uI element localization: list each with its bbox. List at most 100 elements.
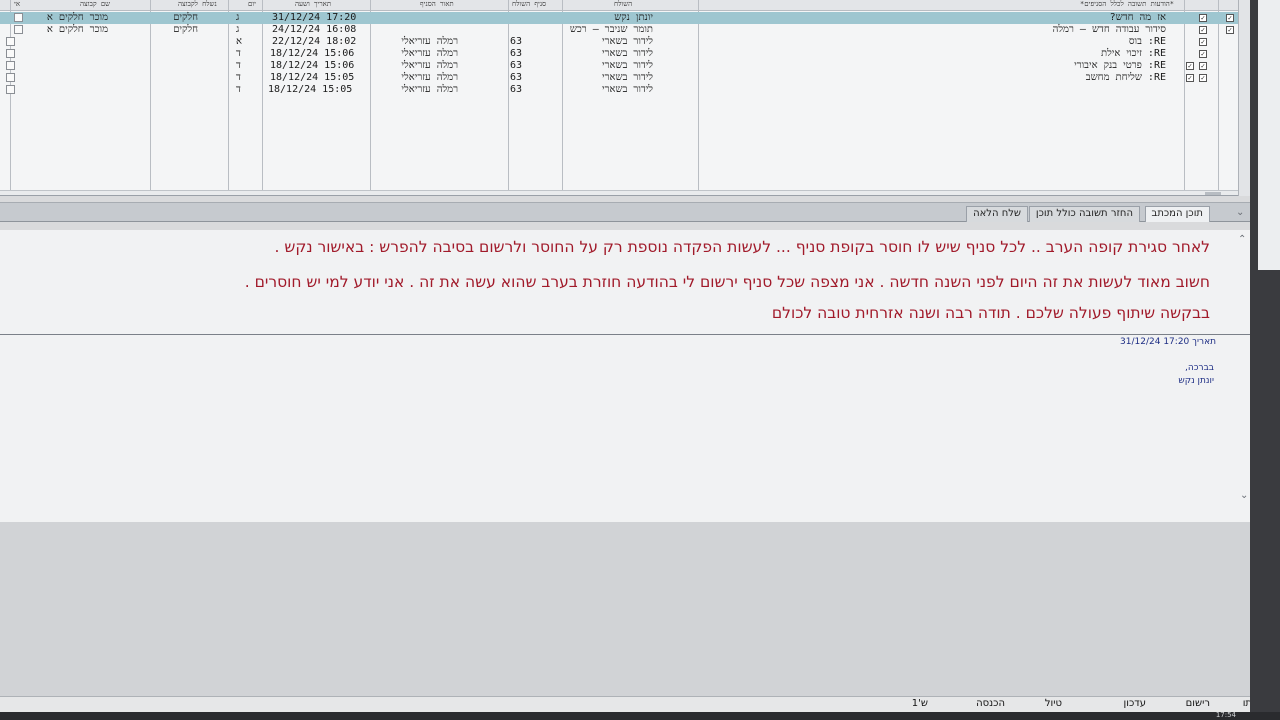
row-day: ד	[236, 48, 241, 59]
row-flag-box[interactable]	[14, 13, 23, 22]
row-group: חלקים	[173, 12, 198, 23]
row-branch: 63	[510, 72, 523, 83]
row-branch: 63	[510, 48, 523, 59]
empty-panel	[0, 522, 1250, 698]
tab-message-content[interactable]: תוכן המכתב	[1144, 206, 1210, 222]
row-branch-desc: רמלה עזריאלי	[401, 48, 458, 59]
background-paper	[1258, 0, 1280, 270]
header-datetime[interactable]: תאריך ושעה	[295, 0, 331, 8]
row-branch-desc: רמלה עזריאלי	[401, 60, 458, 71]
row-subject: RE: פרטי בנק איבורי	[1074, 60, 1166, 71]
row-day: ד	[236, 72, 241, 83]
row-read-checkbox[interactable]: ✓	[1199, 74, 1207, 82]
toolbar-item-update[interactable]: עדכון	[1124, 698, 1146, 709]
row-day: ג	[236, 24, 240, 35]
header-flag[interactable]: אי	[14, 0, 20, 8]
toolbar-item-shift[interactable]: ש'1	[912, 698, 928, 709]
tab-forward[interactable]: שלח הלאה	[966, 206, 1028, 222]
row-datetime: 18/12/24 15:05	[270, 72, 355, 83]
row-attach-checkbox[interactable]: ✓	[1186, 74, 1194, 82]
row-flag-box[interactable]	[14, 25, 23, 34]
date-value: 31/12/24 17:20	[1120, 337, 1190, 347]
row-sender: לידור בשארי	[601, 84, 653, 95]
row-read-checkbox[interactable]: ✓	[1199, 14, 1207, 22]
row-subject: RE: זיכוי אילת	[1101, 48, 1166, 59]
row-flag-box[interactable]	[6, 85, 15, 94]
grid-vertical-scrollbar[interactable]	[1238, 0, 1250, 196]
header-group-name[interactable]: שם קבוצה	[80, 0, 110, 8]
row-checkbox[interactable]: ✓	[1226, 26, 1234, 34]
table-row[interactable]: ✓ RE: זיכוי אילת לידור בשארי 63 רמלה עזר…	[0, 48, 1238, 60]
row-read-checkbox[interactable]: ✓	[1199, 38, 1207, 46]
message-line-3: בבקשה שיתוף פעולה שלכם . תודה רבה ושנה א…	[771, 304, 1210, 322]
row-subject: אז מה חדש?	[1109, 12, 1166, 23]
row-attach-checkbox[interactable]: ✓	[1186, 62, 1194, 70]
row-day: ד	[236, 60, 241, 71]
row-group-name: מוכר חלקים א	[46, 12, 108, 23]
row-flag-box[interactable]	[6, 49, 15, 58]
row-branch: 63	[510, 60, 523, 71]
table-row[interactable]: לידור בשארי 63 רמלה עזריאלי 18/12/24 15:…	[0, 84, 1238, 96]
header-group[interactable]: נשלח לקבוצה	[178, 0, 217, 8]
row-flag-box[interactable]	[6, 73, 15, 82]
row-day: א	[236, 36, 243, 47]
row-datetime: 24/12/24 16:08	[272, 24, 357, 35]
row-read-checkbox[interactable]: ✓	[1199, 62, 1207, 70]
row-flag-box[interactable]	[6, 37, 15, 46]
row-sender: לידור בשארי	[601, 48, 653, 59]
row-sender: תומר שניבר – רכש	[569, 24, 653, 35]
row-subject: RE: שליחת מחשב	[1085, 72, 1166, 83]
toolbar-item-income[interactable]: הכנסה	[976, 698, 1005, 709]
row-read-checkbox[interactable]: ✓	[1199, 50, 1207, 58]
header-sender-branch[interactable]: סניף השולח	[512, 0, 546, 8]
row-read-checkbox[interactable]: ✓	[1199, 26, 1207, 34]
table-row[interactable]: ✓ ✓ RE: פרטי בנק איבורי לידור בשארי 63 ר…	[0, 60, 1238, 72]
toolbar-item-register[interactable]: רישום	[1186, 698, 1210, 709]
table-row[interactable]: ✓ RE: בוס לידור בשארי 63 רמלה עזריאלי 22…	[0, 36, 1238, 48]
row-group-name: מוכר חלקים א	[46, 24, 108, 35]
message-date: תאריך 31/12/24 17:20	[1120, 337, 1216, 347]
screen-bezel	[1250, 0, 1280, 712]
tab-reply-with-content[interactable]: החזר תשובה כולל תוכן	[1028, 206, 1140, 222]
row-sender: יונתן נקש	[614, 12, 653, 23]
chevron-up-icon[interactable]: ⌃	[1238, 234, 1246, 245]
message-line-2: חשוב מאוד לעשות את זה היום לפני השנה חדש…	[244, 273, 1210, 291]
chevron-down-icon[interactable]: ⌄	[1240, 490, 1248, 501]
row-day: ד	[236, 84, 241, 95]
message-body: לאחר סגירת קופה הערב .. לכל סניף שיש לו …	[0, 230, 1250, 522]
greeting: בברכה,	[1185, 363, 1214, 373]
scroll-thumb[interactable]	[1205, 192, 1221, 195]
header-subject[interactable]: *הודעות תשובה לכלל הסניפים*	[1080, 0, 1174, 8]
taskbar: 17:54	[0, 711, 1280, 720]
row-sender: לידור בשארי	[601, 72, 653, 83]
row-branch-desc: רמלה עזריאלי	[401, 72, 458, 83]
date-label: תאריך	[1192, 337, 1216, 347]
row-day: ג	[236, 12, 240, 23]
row-datetime: 22/12/24 18:02	[272, 36, 357, 47]
row-group: חלקים	[173, 24, 198, 35]
bottom-toolbar: תו רישום עדכון טיול הכנסה ש'1	[0, 696, 1280, 712]
row-datetime: 18/12/24 15:06	[270, 48, 355, 59]
message-tabs-bar: תוכן המכתב החזר תשובה כולל תוכן שלח הלאה…	[0, 202, 1250, 222]
header-sender[interactable]: השולח	[614, 0, 632, 8]
grid-horizontal-scrollbar[interactable]	[0, 190, 1238, 195]
table-row[interactable]: ✓ ✓ RE: שליחת מחשב לידור בשארי 63 רמלה ע…	[0, 72, 1238, 84]
row-checkbox[interactable]: ✓	[1226, 14, 1234, 22]
header-branch-desc[interactable]: תאור הסניף	[420, 0, 454, 8]
chevron-down-icon[interactable]: ⌄	[1236, 207, 1244, 218]
row-branch: 63	[510, 36, 523, 47]
grid-header: *הודעות תשובה לכלל הסניפים* השולח סניף ה…	[0, 0, 1238, 11]
divider	[0, 334, 1250, 335]
table-row[interactable]: ✓ ✓ אז מה חדש? יונתן נקש 31/12/24 17:20 …	[0, 12, 1238, 24]
row-datetime: 31/12/24 17:20	[272, 12, 357, 23]
row-branch: 63	[510, 84, 523, 95]
toolbar-item-trip[interactable]: טיול	[1045, 698, 1062, 709]
table-row[interactable]: ✓ ✓ סידור עבודה חדש – רמלה תומר שניבר – …	[0, 24, 1238, 36]
row-datetime: 18/12/24 15:05	[268, 84, 353, 95]
row-branch-desc: רמלה עזריאלי	[401, 36, 458, 47]
header-day[interactable]: יום	[248, 0, 256, 8]
row-datetime: 18/12/24 15:06	[270, 60, 355, 71]
clock: 17:54	[1215, 711, 1236, 719]
row-flag-box[interactable]	[6, 61, 15, 70]
message-list-grid: *הודעות תשובה לכלל הסניפים* השולח סניף ה…	[0, 0, 1238, 196]
